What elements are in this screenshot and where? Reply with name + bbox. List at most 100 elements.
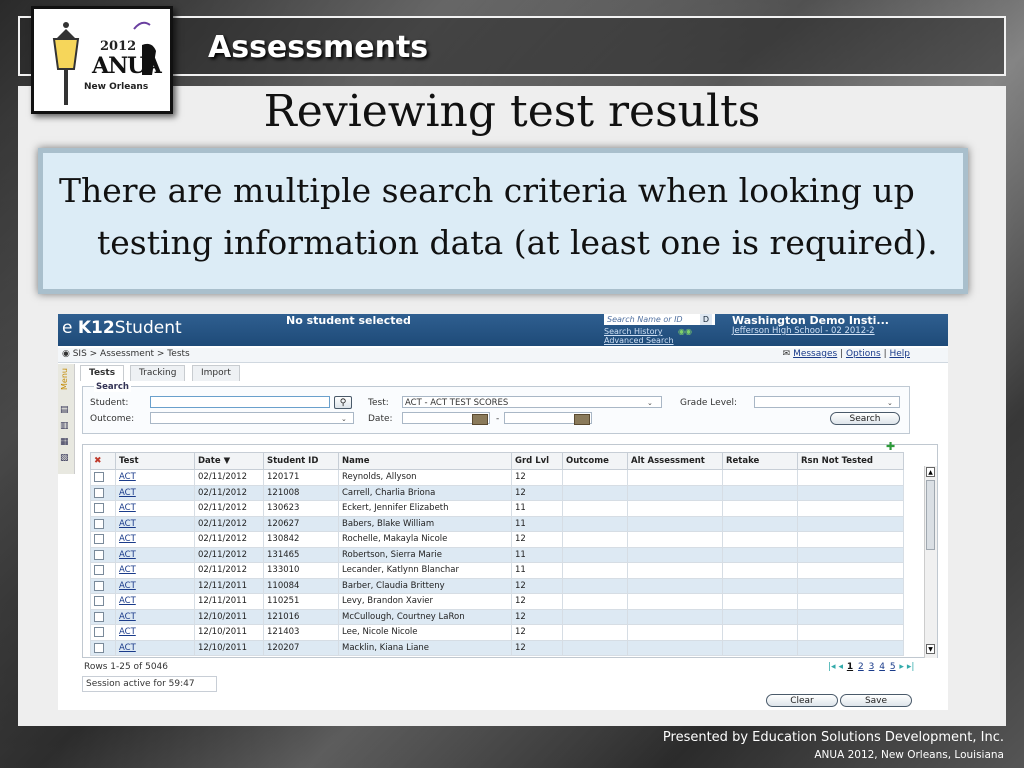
test-cell[interactable]: ACT <box>115 639 195 656</box>
test-cell[interactable]: ACT <box>115 500 195 517</box>
next-page-icon[interactable]: ▸ <box>899 662 904 672</box>
column-header[interactable]: Test <box>115 452 195 470</box>
column-header[interactable]: Date ▼ <box>194 452 264 470</box>
export-icon[interactable]: ▧ <box>60 454 71 463</box>
chevron-down-icon[interactable]: ⌄ <box>341 415 347 423</box>
column-header[interactable]: Alt Assessment <box>627 452 723 470</box>
messages-link[interactable]: Messages <box>793 349 837 359</box>
row-checkbox[interactable] <box>94 565 104 575</box>
chevron-down-icon[interactable]: ⌄ <box>647 399 653 407</box>
page-link[interactable]: 5 <box>890 662 896 672</box>
table-row[interactable]: ACT 02/11/2012 130842 Rochelle, Makayla Nic… <box>90 531 904 548</box>
chart-icon[interactable]: ▥ <box>60 422 71 431</box>
row-checkbox[interactable] <box>94 534 104 544</box>
table-row[interactable]: ACT 02/11/2012 120627 Babers, Blake William… <box>90 515 904 532</box>
row-select-cell[interactable] <box>90 500 116 517</box>
delete-icon[interactable]: ✖ <box>94 456 102 466</box>
calendar-icon[interactable] <box>574 414 590 425</box>
app-logo[interactable]: e K12Student <box>62 318 182 338</box>
last-page-icon[interactable]: ▸| <box>907 662 915 672</box>
test-link[interactable]: ACT <box>119 503 136 513</box>
row-select-cell[interactable] <box>90 577 116 594</box>
column-header[interactable]: Rsn Not Tested <box>797 452 904 470</box>
tab-tracking[interactable]: Tracking <box>130 365 186 381</box>
row-select-cell[interactable] <box>90 608 116 625</box>
test-cell[interactable]: ACT <box>115 484 195 501</box>
table-row[interactable]: ACT 12/11/2011 110251 Levy, Brandon Xavier 1… <box>90 593 904 610</box>
clear-button[interactable]: Clear <box>766 694 838 707</box>
table-row[interactable]: ACT 12/10/2011 120207 Macklin, Kiana Liane 1… <box>90 639 904 656</box>
page-link[interactable]: 2 <box>858 662 864 672</box>
advanced-search-link[interactable]: Advanced Search <box>604 336 674 345</box>
test-link[interactable]: ACT <box>119 488 136 498</box>
test-cell[interactable]: ACT <box>115 562 195 579</box>
row-select-cell[interactable] <box>90 515 116 532</box>
test-link[interactable]: ACT <box>119 612 136 622</box>
help-link[interactable]: Help <box>889 349 910 359</box>
grade-level-select[interactable] <box>754 396 900 408</box>
outcome-select[interactable] <box>150 412 354 424</box>
row-select-cell[interactable] <box>90 469 116 486</box>
prev-page-icon[interactable]: ◂ <box>838 662 843 672</box>
test-select[interactable]: ACT - ACT TEST SCORES <box>402 396 662 408</box>
row-select-cell[interactable] <box>90 593 116 610</box>
test-link[interactable]: ACT <box>119 550 136 560</box>
test-cell[interactable]: ACT <box>115 546 195 563</box>
test-link[interactable]: ACT <box>119 472 136 482</box>
side-menu[interactable]: Menu ▤ ▥ ▦ ▧ <box>58 364 75 474</box>
row-select-cell[interactable] <box>90 562 116 579</box>
test-link[interactable]: ACT <box>119 581 136 591</box>
test-cell[interactable]: ACT <box>115 531 195 548</box>
menu-label[interactable]: Menu <box>60 368 69 390</box>
search-go-button[interactable]: D <box>700 314 712 325</box>
row-checkbox[interactable] <box>94 596 104 606</box>
scroll-up-icon[interactable]: ▲ <box>926 467 935 477</box>
page-link[interactable]: 3 <box>869 662 875 672</box>
row-select-cell[interactable] <box>90 531 116 548</box>
scroll-down-icon[interactable]: ▼ <box>926 644 935 654</box>
student-search-input[interactable]: Search Name or ID <box>604 314 715 325</box>
table-row[interactable]: ACT 02/11/2012 131465 Robertson, Sierra Mar… <box>90 546 904 563</box>
table-row[interactable]: ACT 02/11/2012 133010 Lecander, Katlynn Bla… <box>90 562 904 579</box>
row-checkbox[interactable] <box>94 518 104 529</box>
page-link[interactable]: 1 <box>847 662 853 672</box>
test-cell[interactable]: ACT <box>115 624 195 641</box>
student-field[interactable] <box>150 396 330 408</box>
row-checkbox[interactable] <box>94 580 104 591</box>
row-select-cell[interactable] <box>90 639 116 656</box>
page-link[interactable]: 4 <box>879 662 885 672</box>
search-button[interactable]: Search <box>830 412 900 425</box>
row-checkbox[interactable] <box>94 642 104 653</box>
chevron-down-icon[interactable]: ⌄ <box>887 399 893 407</box>
column-header[interactable]: Retake <box>722 452 798 470</box>
row-checkbox[interactable] <box>94 627 104 637</box>
test-link[interactable]: ACT <box>119 519 136 529</box>
row-select-cell[interactable] <box>90 546 116 563</box>
table-row[interactable]: ACT 12/10/2011 121016 McCullough, Courtney … <box>90 608 904 625</box>
column-header[interactable]: Name <box>338 452 512 470</box>
calendar-icon[interactable] <box>472 414 488 425</box>
table-row[interactable]: ACT 02/11/2012 120171 Reynolds, Allyson 12 <box>90 469 904 486</box>
test-cell[interactable]: ACT <box>115 608 195 625</box>
row-select-cell[interactable] <box>90 484 116 501</box>
delete-column-header[interactable]: ✖ <box>90 452 116 470</box>
column-header[interactable]: Grd Lvl <box>511 452 563 470</box>
table-row[interactable]: ACT 02/11/2012 121008 Carrell, Charlia Brio… <box>90 484 904 501</box>
history-nav-icon[interactable]: ◉◉ <box>678 327 692 336</box>
row-select-cell[interactable] <box>90 624 116 641</box>
options-link[interactable]: Options <box>846 349 881 359</box>
test-cell[interactable]: ACT <box>115 469 195 486</box>
tab-import[interactable]: Import <box>192 365 240 381</box>
grid-icon[interactable]: ▦ <box>60 438 71 447</box>
first-page-icon[interactable]: |◂ <box>828 662 836 672</box>
test-link[interactable]: ACT <box>119 596 136 606</box>
test-cell[interactable]: ACT <box>115 577 195 594</box>
test-link[interactable]: ACT <box>119 565 136 575</box>
table-row[interactable]: ACT 02/11/2012 130623 Eckert, Jennifer Eliz… <box>90 500 904 517</box>
column-header[interactable]: Outcome <box>562 452 628 470</box>
table-row[interactable]: ACT 12/11/2011 110084 Barber, Claudia Britt… <box>90 577 904 594</box>
print-icon[interactable]: ▤ <box>60 406 71 415</box>
student-lookup-button[interactable]: ⚲ <box>334 396 352 409</box>
save-button[interactable]: Save <box>840 694 912 707</box>
row-checkbox[interactable] <box>94 503 104 513</box>
